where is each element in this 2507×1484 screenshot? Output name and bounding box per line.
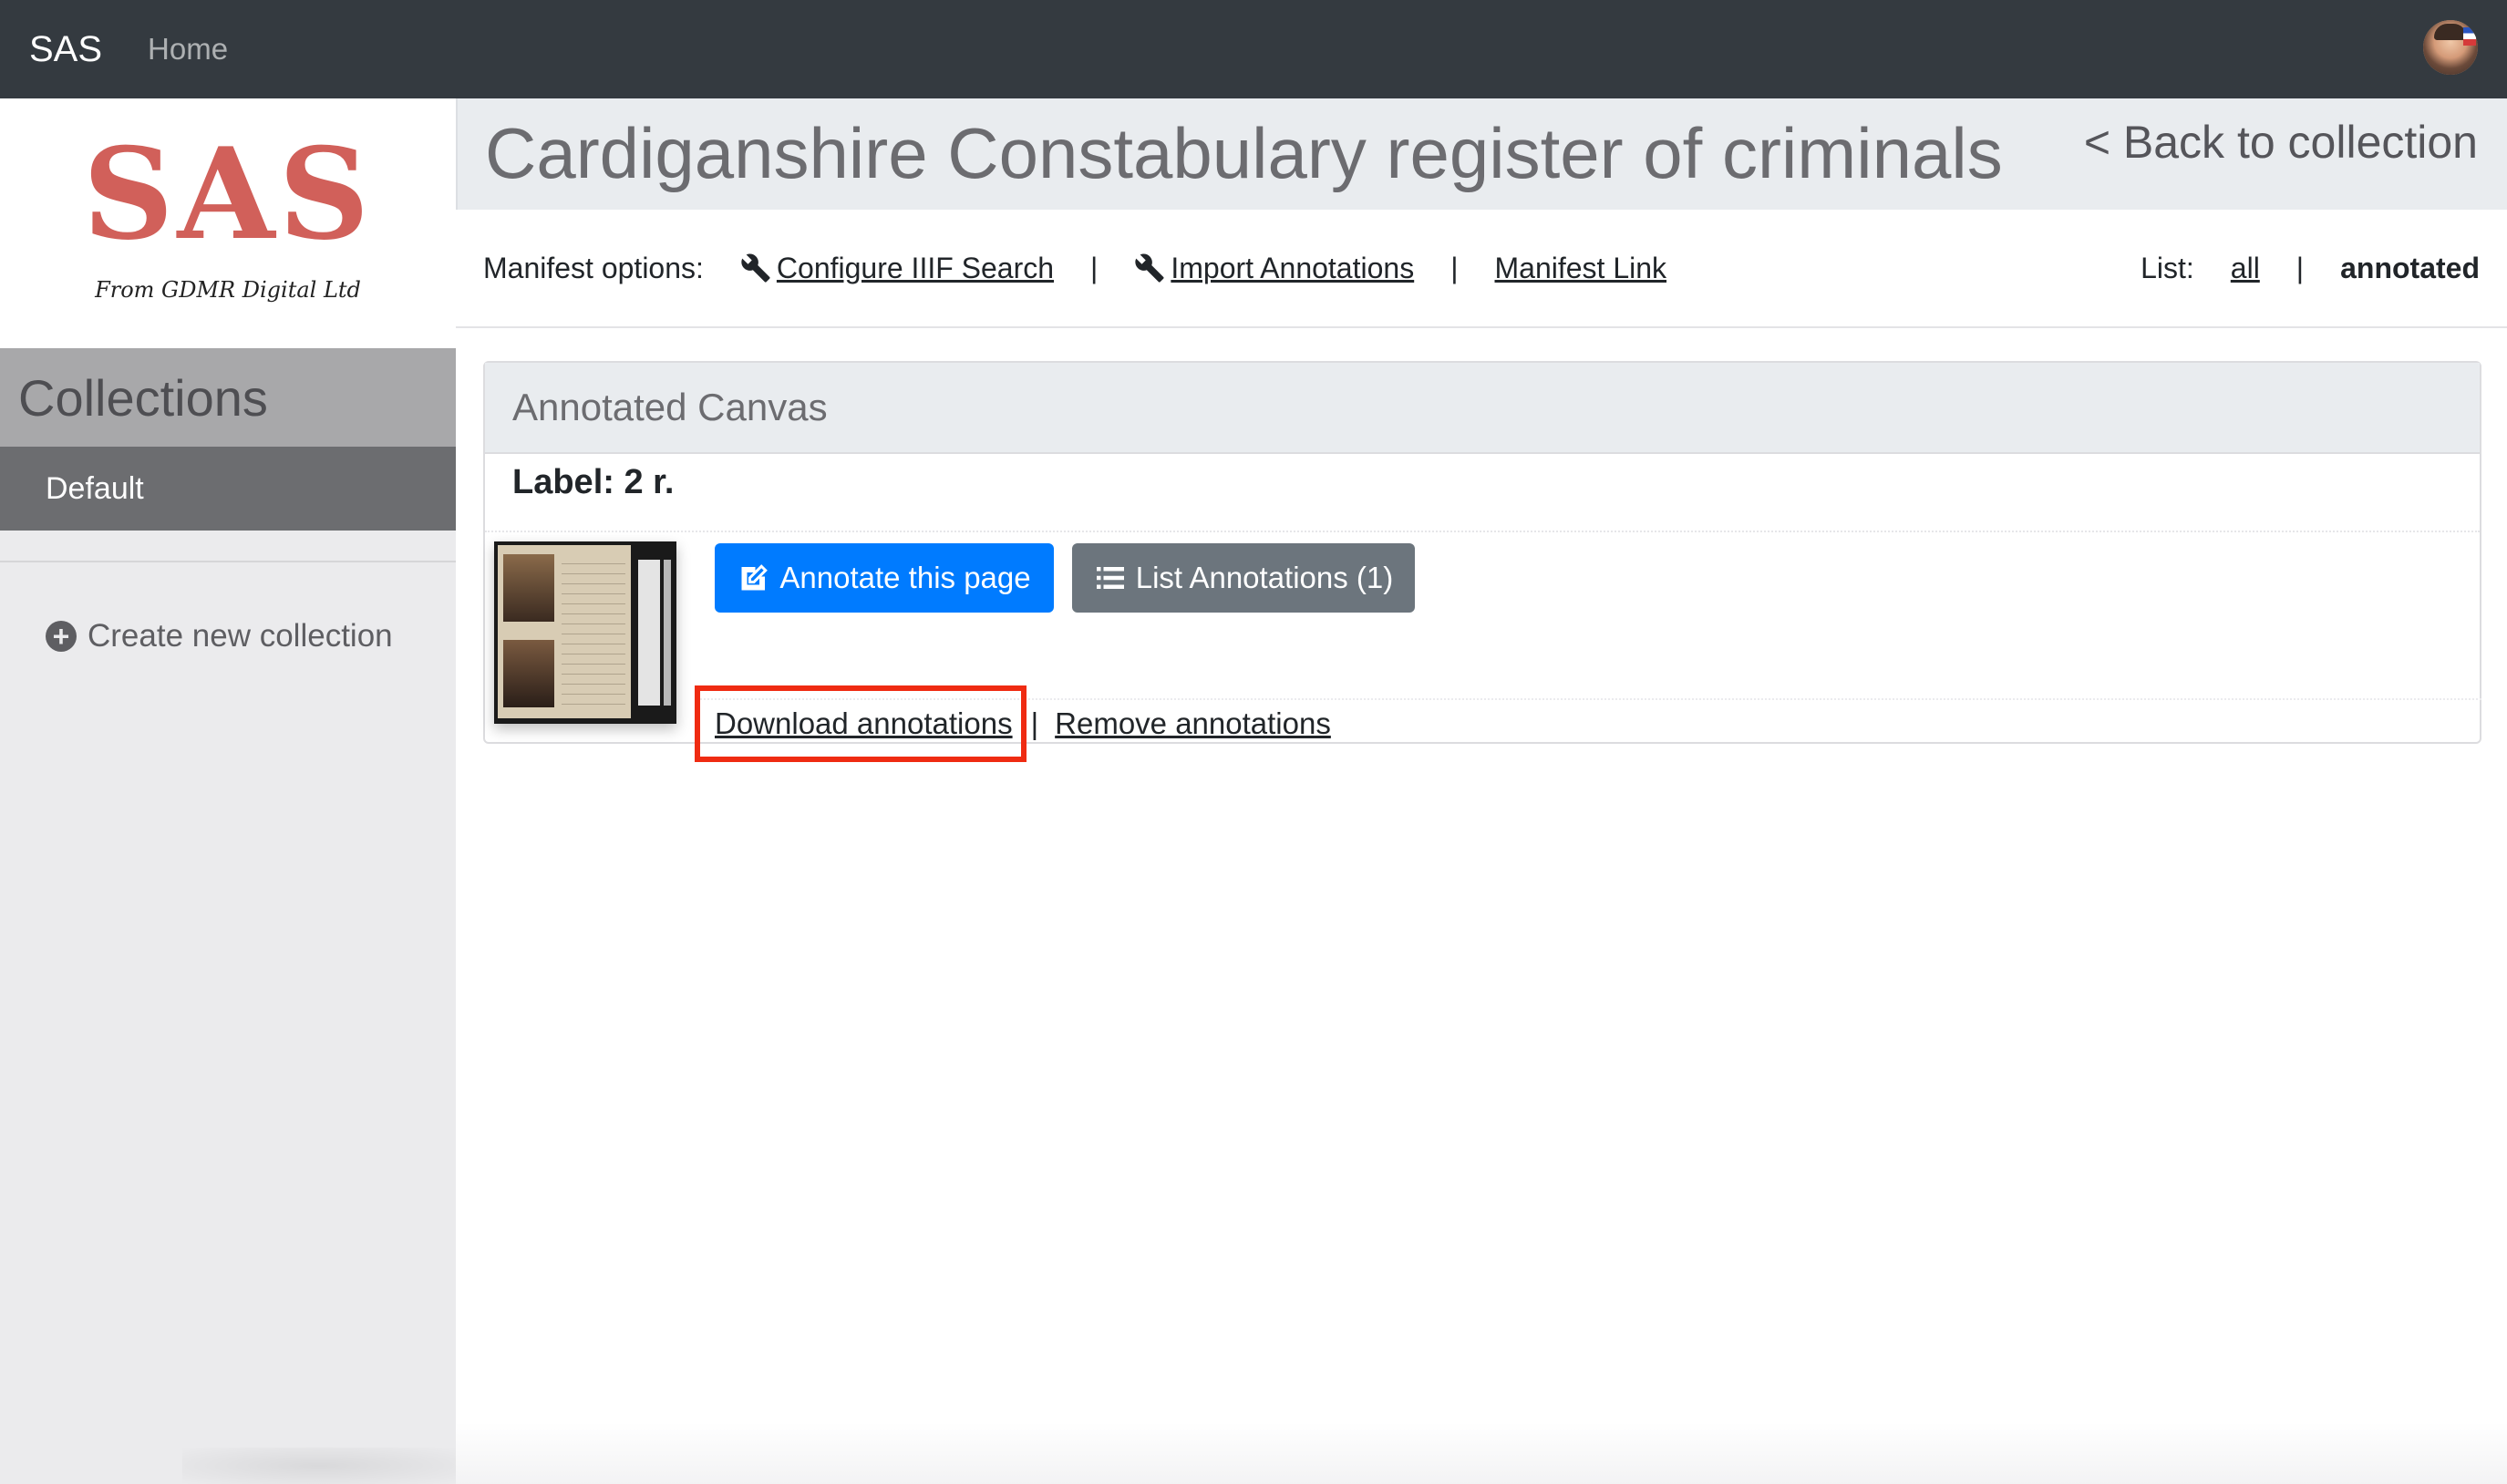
plus-circle-icon: + (46, 621, 77, 652)
manifest-options-row: Manifest options: Configure IIIF Search … (483, 242, 2480, 294)
logo-text: SAS (82, 119, 374, 268)
create-new-collection-link[interactable]: + Create new collection (46, 618, 393, 654)
wrench-icon (1135, 253, 1164, 283)
sidebar: SAS From GDMR Digital Ltd Collections De… (0, 98, 456, 1484)
annotate-this-page-label: Annotate this page (779, 561, 1031, 594)
list-all-link[interactable]: all (2231, 252, 2260, 285)
list-filter-label: List: (2141, 251, 2194, 284)
navbar-brand[interactable]: SAS (29, 29, 102, 70)
card-header: Annotated Canvas (485, 363, 2480, 454)
configure-iiif-search-label: Configure IIIF Search (776, 251, 1055, 284)
nav-home-link[interactable]: Home (148, 32, 228, 67)
header-divider (456, 326, 2507, 328)
wrench-icon (741, 253, 770, 283)
top-navbar: SAS Home (0, 0, 2507, 98)
separator: | (2296, 251, 2305, 284)
card-divider (485, 531, 2480, 532)
remove-annotations-link[interactable]: Remove annotations (1055, 706, 1331, 741)
separator: | (1090, 251, 1099, 284)
ruler-strip (638, 560, 660, 706)
mugshot-image (503, 640, 554, 707)
collections-heading: Collections (0, 348, 456, 447)
create-new-collection-label: Create new collection (88, 618, 393, 654)
separator: | (1030, 706, 1039, 740)
import-annotations-link[interactable]: Import Annotations (1134, 252, 1414, 285)
canvas-thumbnail[interactable] (494, 541, 676, 724)
back-to-collection-link[interactable]: < Back to collection (2084, 113, 2478, 171)
logo-subtitle: From GDMR Digital Ltd (95, 277, 361, 303)
handwriting-lines (562, 554, 625, 709)
avatar-flag-icon (2463, 27, 2476, 46)
manifest-options-label: Manifest options: (483, 251, 704, 284)
separator: | (1450, 251, 1459, 284)
list-annotations-label: List Annotations (1) (1135, 561, 1394, 594)
edit-icon (741, 564, 769, 591)
highlight-box (695, 685, 1027, 762)
list-annotated-current: annotated (2340, 251, 2480, 284)
mugshot-image (503, 554, 554, 622)
import-annotations-label: Import Annotations (1171, 251, 1415, 284)
list-icon (1096, 567, 1124, 589)
list-filter: List: all | annotated (2141, 242, 2480, 294)
list-annotations-button[interactable]: List Annotations (1) (1072, 543, 1415, 613)
sidebar-item-default[interactable]: Default (0, 447, 456, 531)
sidebar-divider (0, 561, 456, 562)
canvas-label: Label: 2 r. (512, 463, 675, 501)
manifest-link[interactable]: Manifest Link (1495, 252, 1667, 285)
page-title: Cardiganshire Constabulary register of c… (485, 113, 2003, 193)
logo[interactable]: SAS From GDMR Digital Ltd (0, 98, 456, 348)
user-avatar[interactable] (2423, 20, 2478, 75)
configure-iiif-search-link[interactable]: Configure IIIF Search (740, 252, 1054, 285)
annotate-this-page-button[interactable]: Annotate this page (715, 543, 1054, 613)
